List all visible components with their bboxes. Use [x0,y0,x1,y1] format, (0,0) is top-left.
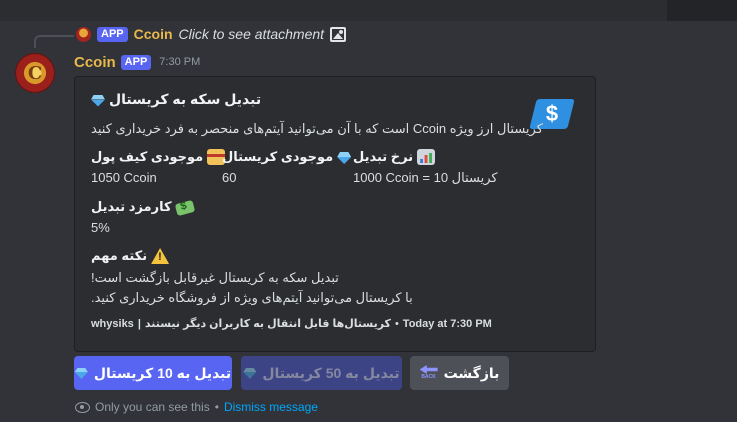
field-exchange-rate: نرخ تبدیل 1000 Ccoin = 10 کریستال [353,149,498,186]
eye-icon [75,401,90,413]
diamond-icon [243,367,256,379]
note-line: با کریستال می‌توانید آیتم‌های ویژه از فر… [91,290,413,305]
footer-text: کریستال‌ها قابل انتقال به کاربران دیگر ن… [144,318,391,330]
ephemeral-dot: • [214,400,219,414]
embed-title: تبدیل سکه به کریستال [91,91,261,108]
message-timestamp[interactable]: 7:30 PM [159,56,200,68]
field-value: 1050 Ccoin [91,170,157,185]
note-title: نکته مهم [91,248,148,263]
field-name: نرخ تبدیل [353,149,414,164]
footer-separator: | [137,317,141,330]
dismiss-message-link[interactable]: Dismiss message [224,400,318,414]
important-note: نکته مهم [91,248,170,264]
footer-dot: • [394,317,399,330]
ephemeral-text: Only you can see this [95,400,210,414]
field-name: موجودی کریستال [222,149,334,164]
money-with-wings-icon [174,199,195,217]
button-label: تبدیل به 10 کریستال [93,364,232,381]
warning-icon [151,248,170,264]
convert-50-crystal-button[interactable]: تبدیل به 50 کریستال [241,356,402,390]
field-crystal-balance: موجودی کریستال 60 [222,149,351,185]
reply-text[interactable]: Click to see attachment [179,26,325,42]
field-value: 5% [91,220,110,235]
reply-app-badge: APP [97,26,128,42]
app-badge: APP [120,54,152,70]
field-value: 60 [222,170,237,185]
back-button[interactable]: BACK بازگشت [410,356,509,390]
back-icon-label: BACK [421,374,436,380]
button-label: بازگشت [443,364,500,381]
embed: $ تبدیل سکه به کریستال کریستال ارز ویژه … [74,76,596,352]
diamond-icon [337,150,351,164]
convert-10-crystal-button[interactable]: تبدیل به 10 کریستال [74,356,232,390]
top-bar [0,0,737,21]
top-bar-corner [667,0,737,21]
avatar[interactable]: C [15,53,55,93]
field-value: 1000 Ccoin = 10 کریستال [353,170,498,185]
back-icon: BACK [419,365,438,381]
diamond-icon [91,93,105,107]
embed-title-text: تبدیل سکه به کریستال [109,91,262,107]
message-author[interactable]: Ccoin [74,54,116,71]
footer-author: whysiks [91,317,134,330]
button-label: تبدیل به 50 کریستال [262,364,400,381]
reply-author[interactable]: Ccoin [134,26,173,42]
note-line: تبدیل سکه به کریستال غیرقابل بازگشت است! [91,270,339,285]
reply-reference[interactable]: APP Ccoin Click to see attachment [76,24,347,44]
image-icon [330,26,347,42]
field-name: کارمزد تبدیل [91,199,172,214]
reply-avatar[interactable] [76,26,91,42]
embed-footer: whysiks | کریستال‌ها قابل انتقال به کارب… [91,317,492,331]
reply-connector [34,35,74,48]
diamond-icon [75,367,88,379]
field-wallet-balance: موجودی کیف پول 1050 Ccoin [91,149,226,185]
field-fee: کارمزد تبدیل 5% [91,199,195,235]
field-name: موجودی کیف پول [91,149,204,164]
embed-description: کریستال ارز ویژه Ccoin است که با آن می‌ت… [91,121,543,136]
back-arrow [419,365,438,374]
footer-time: Today at 7:30 PM [402,317,492,330]
ephemeral-notice: Only you can see this • Dismiss message [75,400,318,414]
chart-icon [417,149,436,165]
message-header: Ccoin APP 7:30 PM [74,52,200,72]
